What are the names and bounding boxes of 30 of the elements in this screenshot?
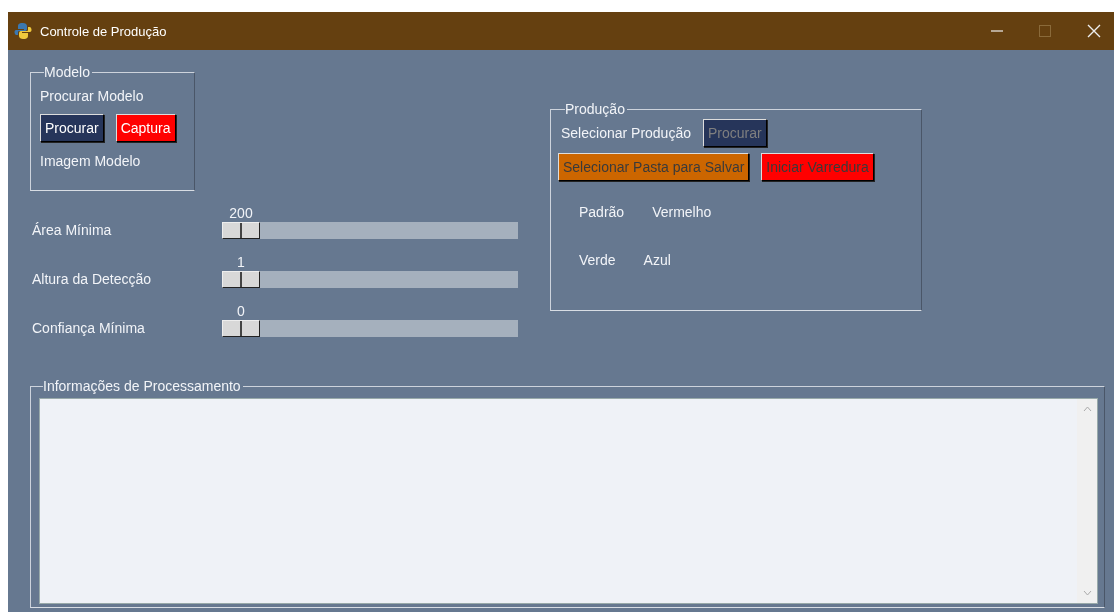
action-button[interactable]: Procurar [40, 114, 104, 142]
slider-thumb[interactable] [222, 271, 260, 288]
slider-value: 0 [236, 303, 246, 319]
window-title: Controle de Produção [40, 23, 167, 39]
slider-label: Área Mínima [31, 222, 113, 238]
color-label: Vermelho [652, 204, 712, 220]
slider-thumb[interactable] [222, 320, 260, 337]
slider-value: 200 [228, 205, 254, 221]
search-model-label: Procurar Modelo [40, 88, 145, 104]
slider-value: 1 [236, 254, 246, 270]
scrollbar[interactable] [1077, 399, 1097, 603]
app-icon [14, 22, 32, 40]
slider-track[interactable] [222, 222, 518, 239]
scroll-up-icon[interactable] [1082, 406, 1092, 412]
slider-track[interactable] [222, 271, 518, 288]
slider-label: Confiança Mínima [31, 320, 146, 336]
select-production-label: Selecionar Produção [561, 125, 691, 141]
model-image-label: Imagem Modelo [40, 153, 142, 169]
slider-label: Altura da Detecção [31, 271, 153, 287]
color-label: Verde [579, 252, 616, 268]
color-label: Azul [643, 252, 671, 268]
slider-thumb[interactable] [222, 222, 260, 239]
scroll-down-icon[interactable] [1082, 590, 1092, 596]
group-legend: Informações de Processamento [43, 378, 243, 394]
action-button[interactable]: Captura [115, 114, 176, 142]
group-legend: Produção [565, 101, 627, 117]
group-legend: Modelo [44, 64, 92, 80]
slider-track[interactable] [222, 320, 518, 337]
color-label: Padrão [579, 204, 625, 220]
close-icon[interactable] [1087, 24, 1101, 38]
